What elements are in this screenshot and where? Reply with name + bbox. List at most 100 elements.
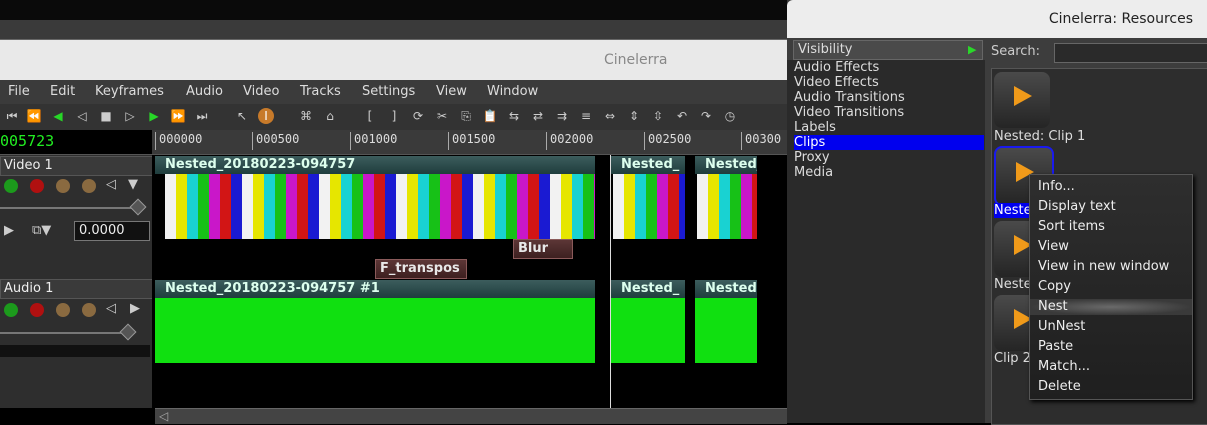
goto-start-icon[interactable]: ⏮ xyxy=(4,108,20,124)
folder-audio-transitions[interactable]: Audio Transitions xyxy=(794,90,984,105)
zoom-icon[interactable]: ⇳ xyxy=(650,108,666,124)
track-name-audio[interactable]: Audio 1 xyxy=(0,279,155,299)
audio-clip[interactable]: Nested_ xyxy=(611,280,685,363)
audio-clip[interactable]: Nested_20180223-094757 #1 xyxy=(155,280,595,363)
folder-video-effects[interactable]: Video Effects xyxy=(794,75,984,90)
ibeam-tool-icon[interactable]: I xyxy=(258,108,274,124)
folder-clips[interactable]: Clips xyxy=(794,135,984,150)
ruler-tick: 002000 xyxy=(546,132,593,150)
keyframe-icon[interactable]: ⌘ xyxy=(298,108,314,124)
menu-video[interactable]: Video xyxy=(243,84,279,99)
asset-icon[interactable] xyxy=(994,72,1050,128)
fast-reverse-icon[interactable]: ⏪ xyxy=(26,108,42,124)
menu-tracks[interactable]: Tracks xyxy=(300,84,341,99)
video-clip[interactable]: Nested_ xyxy=(695,156,757,240)
ctx-match[interactable]: Match... xyxy=(1038,359,1090,375)
frame-forward-icon[interactable]: ▷ xyxy=(122,108,138,124)
ctx-paste[interactable]: Paste xyxy=(1038,339,1073,355)
overlay-mode-icon[interactable]: ⧉▼ xyxy=(32,223,51,238)
folder-labels[interactable]: Labels xyxy=(794,120,984,135)
ctx-view[interactable]: View xyxy=(1038,239,1069,255)
ctx-info[interactable]: Info... xyxy=(1038,179,1075,195)
in-point-icon[interactable]: [ xyxy=(362,108,378,124)
main-window-titlebar[interactable]: Cinelerra xyxy=(0,40,787,80)
visibility-header[interactable]: Visibility ▶ xyxy=(793,40,983,60)
ctx-copy[interactable]: Copy xyxy=(1038,279,1071,295)
fade-slider[interactable] xyxy=(0,332,124,334)
menu-audio[interactable]: Audio xyxy=(186,84,223,99)
expand-arrow-icon[interactable]: ▶ xyxy=(968,41,976,59)
folder-media[interactable]: Media xyxy=(794,165,984,180)
splice-icon[interactable]: ⇆ xyxy=(506,108,522,124)
resources-titlebar[interactable]: Cinelerra: Resources xyxy=(787,0,1207,38)
gang-icon[interactable] xyxy=(56,303,70,317)
fade-slider-handle[interactable] xyxy=(129,198,147,216)
goto-end-icon[interactable]: ⏭ xyxy=(194,108,210,124)
fade-slider[interactable] xyxy=(0,207,140,209)
ctx-view-new-window[interactable]: View in new window xyxy=(1038,259,1169,275)
track-name-video[interactable]: Video 1 xyxy=(0,156,155,176)
align-icon[interactable]: ≡ xyxy=(578,108,594,124)
asset-label[interactable]: Nested: Clip 1 xyxy=(994,129,1085,144)
folder-video-transitions[interactable]: Video Transitions xyxy=(794,105,984,120)
fade-slider-handle[interactable] xyxy=(119,323,137,341)
timeline-canvas[interactable]: Nested_20180223-094757 Nested_ Nested_ B… xyxy=(152,155,787,408)
reverse-play-icon[interactable]: ◀ xyxy=(50,108,66,124)
clock-icon[interactable]: ◷ xyxy=(722,108,738,124)
fit-icon[interactable]: ⇔ xyxy=(602,108,618,124)
expand-icon[interactable]: ▼ xyxy=(128,177,138,192)
effect-transpose[interactable]: F_transpos xyxy=(375,259,467,279)
mute-icon[interactable]: ◁ xyxy=(106,301,116,316)
play-icon[interactable]: ▶ xyxy=(146,108,162,124)
mute-icon[interactable]: ◁ xyxy=(106,177,116,192)
play-track-icon[interactable] xyxy=(4,303,18,317)
menu-file[interactable]: File xyxy=(8,84,30,99)
undo-icon[interactable]: ↶ xyxy=(674,108,690,124)
paste-icon[interactable]: 📋 xyxy=(482,108,498,124)
arrow-tool-icon[interactable]: ↖ xyxy=(234,108,250,124)
fit-autos-icon[interactable]: ⇕ xyxy=(626,108,642,124)
audio-clip[interactable]: Nested xyxy=(695,280,757,363)
folder-proxy[interactable]: Proxy xyxy=(794,150,984,165)
redo-icon[interactable]: ↷ xyxy=(698,108,714,124)
asset-label[interactable]: Neste xyxy=(994,277,1032,292)
ctx-display-text[interactable]: Display text xyxy=(1038,199,1116,215)
stop-icon[interactable]: ■ xyxy=(98,108,114,124)
cut-icon[interactable]: ✂ xyxy=(434,108,450,124)
gang-icon[interactable] xyxy=(56,179,70,193)
draw-icon[interactable] xyxy=(82,303,96,317)
label-icon[interactable]: ⌂ xyxy=(322,108,338,124)
overwrite-icon[interactable]: ⇄ xyxy=(530,108,546,124)
ctx-delete[interactable]: Delete xyxy=(1038,379,1081,395)
menu-keyframes[interactable]: Keyframes xyxy=(95,84,164,99)
fast-forward-icon[interactable]: ⏩ xyxy=(170,108,186,124)
out-point-icon[interactable]: ] xyxy=(386,108,402,124)
scroll-left-icon[interactable]: ◁ xyxy=(159,409,168,423)
draw-icon[interactable] xyxy=(82,179,96,193)
menu-edit[interactable]: Edit xyxy=(50,84,75,99)
playhead-cursor[interactable] xyxy=(610,155,611,408)
search-input[interactable] xyxy=(1054,43,1207,63)
copy-icon[interactable]: ⎘ xyxy=(458,108,474,124)
to-clip-icon[interactable]: ⇉ xyxy=(554,108,570,124)
record-track-icon[interactable] xyxy=(30,303,44,317)
ctx-unnest[interactable]: UnNest xyxy=(1038,319,1085,335)
frame-back-icon[interactable]: ◁ xyxy=(74,108,90,124)
menu-window[interactable]: Window xyxy=(487,84,538,99)
record-track-icon[interactable] xyxy=(30,179,44,193)
track-value-field[interactable]: 0.0000 xyxy=(74,221,150,241)
menu-view[interactable]: View xyxy=(436,84,467,99)
ctx-sort-items[interactable]: Sort items xyxy=(1038,219,1105,235)
effect-blur[interactable]: Blur xyxy=(513,239,573,259)
menu-settings[interactable]: Settings xyxy=(362,84,415,99)
asset-label[interactable]: Clip 2 xyxy=(994,351,1031,366)
folder-audio-effects[interactable]: Audio Effects xyxy=(794,60,984,75)
expand-icon[interactable]: ▶ xyxy=(130,301,140,316)
play-track-icon[interactable] xyxy=(4,179,18,193)
ctx-nest[interactable]: Nest xyxy=(1030,299,1192,315)
horizontal-scrollbar[interactable]: ◁ xyxy=(155,408,787,424)
video-clip[interactable]: Nested_ xyxy=(611,156,685,240)
video-clip[interactable]: Nested_20180223-094757 xyxy=(155,156,595,240)
expand-track-icon[interactable]: ▶ xyxy=(4,223,14,238)
loop-icon[interactable]: ⟳ xyxy=(410,108,426,124)
